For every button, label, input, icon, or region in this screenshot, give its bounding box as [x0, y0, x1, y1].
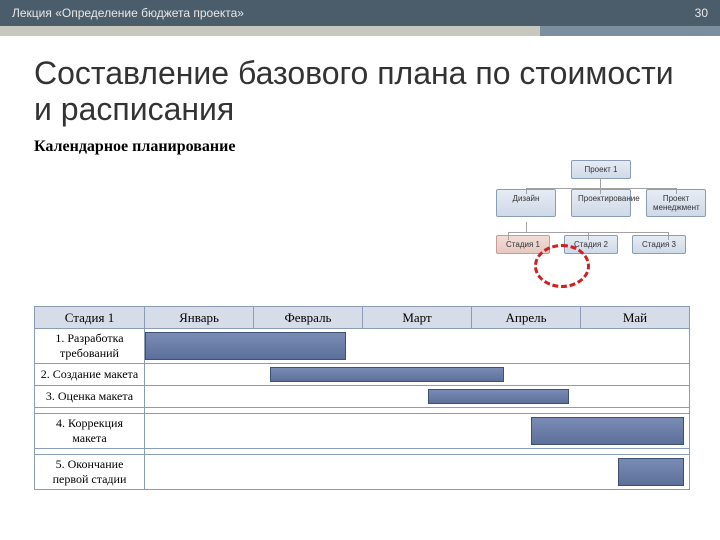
slide-number: 30 [695, 6, 708, 20]
gantt-month-4: Май [581, 307, 690, 329]
gantt-bar [428, 389, 569, 404]
gantt-task-label: 1. Разработка требований [35, 329, 145, 364]
subheading: Календарное планирование [34, 138, 686, 156]
wbs-root: Проект 1 [571, 160, 631, 179]
gantt-month-0: Январь [145, 307, 254, 329]
gantt-bar [145, 332, 346, 360]
gantt-task-label: 2. Создание макета [35, 364, 145, 386]
highlight-circle [534, 244, 590, 288]
gantt-month-2: Март [363, 307, 472, 329]
wbs-l1-1: Проектирование [571, 189, 631, 217]
header-divider [0, 26, 720, 36]
gantt-bar [531, 417, 683, 445]
gantt-bar [270, 367, 504, 382]
gantt-stage-header: Стадия 1 [35, 307, 145, 329]
gantt-chart: Стадия 1 Январь Февраль Март Апрель Май … [34, 306, 690, 490]
gantt-task-label: 5. Окончание первой стадии [35, 455, 145, 490]
lecture-title: Лекция «Определение бюджета проекта» [12, 6, 244, 20]
wbs-l2-2: Стадия 3 [632, 235, 686, 254]
gantt-bar [618, 458, 683, 486]
gantt-task-label: 4. Коррекция макета [35, 414, 145, 449]
wbs-diagram: Проект 1 Дизайн Проектирование Проект ме… [496, 160, 706, 254]
header-bar: Лекция «Определение бюджета проекта» 30 [0, 0, 720, 26]
gantt-month-1: Февраль [254, 307, 363, 329]
gantt-month-3: Апрель [472, 307, 581, 329]
page-title: Составление базового плана по стоимости … [34, 56, 686, 128]
gantt-task-label: 3. Оценка макета [35, 386, 145, 408]
